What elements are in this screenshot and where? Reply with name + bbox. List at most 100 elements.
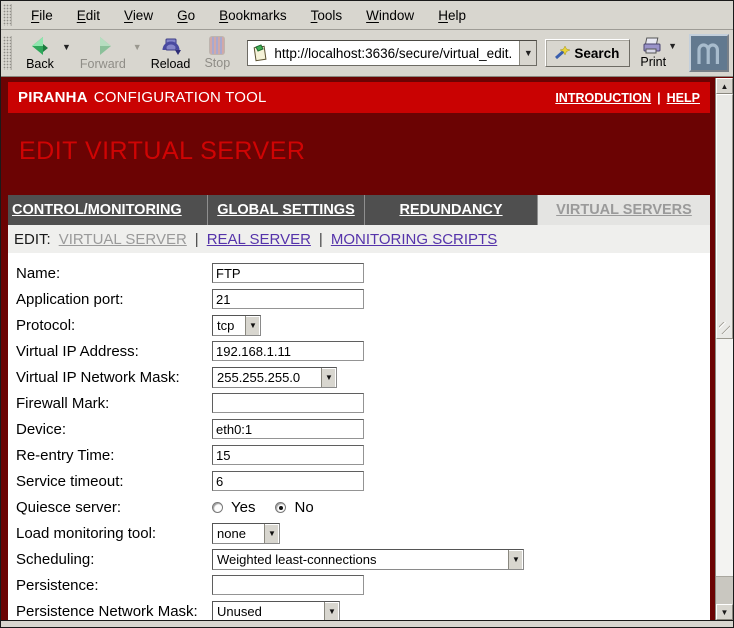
navigation-toolbar: Back ▼ Forward ▼ Reload Stop [1,30,733,77]
device-input[interactable] [212,419,364,439]
back-label: Back [26,57,54,71]
scheduling-label: Scheduling: [16,551,212,568]
menu-go[interactable]: Go [166,5,206,26]
subnav-prefix: EDIT: [14,231,51,248]
chevron-down-icon: ▼ [321,368,336,387]
scroll-up-icon[interactable]: ▲ [716,78,733,94]
service-timeout-label: Service timeout: [16,473,212,490]
tab-virtual-servers[interactable]: VIRTUAL SERVERS [538,195,710,225]
subnav-monitoring-scripts-link[interactable]: MONITORING SCRIPTS [331,231,497,248]
application-port-input[interactable] [212,289,364,309]
device-label: Device: [16,421,212,438]
scheduling-value: Weighted least-connections [213,550,508,569]
print-button[interactable]: Print [640,37,666,69]
toolbar-grippy[interactable] [3,4,12,26]
form-row-service-timeout: Service timeout: [16,468,710,494]
page-content: PIRANHA CONFIGURATION TOOL INTRODUCTION … [1,77,733,620]
forward-button[interactable]: Forward [75,32,131,74]
scheduling-select[interactable]: Weighted least-connections ▼ [212,549,524,570]
menu-edit[interactable]: Edit [66,5,111,26]
form-row-application-port: Application port: [16,286,710,312]
virtual-ip-netmask-label: Virtual IP Network Mask: [16,369,212,386]
tab-redundancy[interactable]: REDUNDANCY [365,195,538,225]
window-bottom-edge [1,620,733,627]
menu-window[interactable]: Window [355,5,425,26]
load-monitoring-select[interactable]: none ▼ [212,523,280,544]
quiesce-no-label: No [294,499,313,516]
application-port-label: Application port: [16,291,212,308]
search-label: Search [574,46,619,61]
scroll-down-icon[interactable]: ▼ [716,604,733,620]
mozilla-m-icon [695,40,723,66]
menu-help[interactable]: Help [427,5,477,26]
form-row-scheduling: Scheduling: Weighted least-connections ▼ [16,546,710,572]
scrollbar-trough[interactable] [716,339,733,576]
toolbar-grippy[interactable] [3,36,12,70]
print-dropdown-icon[interactable]: ▼ [668,41,677,51]
reentry-time-input[interactable] [212,445,364,465]
introduction-link[interactable]: INTRODUCTION [555,91,651,105]
name-input[interactable] [212,263,364,283]
chevron-down-icon: ▼ [324,602,339,621]
help-link[interactable]: HELP [667,91,700,105]
menu-file[interactable]: File [20,5,64,26]
persistence-label: Persistence: [16,577,212,594]
forward-dropdown-icon[interactable]: ▼ [133,42,142,52]
persistence-netmask-label: Persistence Network Mask: [16,603,212,620]
page-title: EDIT VIRTUAL SERVER [19,137,710,166]
reload-icon [160,36,182,56]
quiesce-yes-radio[interactable] [212,502,223,513]
persistence-input[interactable] [212,575,364,595]
firewall-mark-input[interactable] [212,393,364,413]
reload-button[interactable]: Reload [146,32,196,74]
browser-window: File Edit View Go Bookmarks Tools Window… [0,0,734,628]
page-proxy-icon[interactable] [251,44,269,62]
reload-label: Reload [151,57,191,71]
scrollbar-grip [719,322,730,334]
form-row-virtual-ip: Virtual IP Address: [16,338,710,364]
url-dropdown-icon[interactable]: ▼ [519,41,536,65]
scrollbar-thumb[interactable] [716,94,733,339]
url-bar: ▼ [247,40,537,66]
firewall-mark-label: Firewall Mark: [16,395,212,412]
quiesce-radio-group: Yes No [212,499,328,516]
virtual-ip-netmask-select[interactable]: 255.255.255.0 ▼ [212,367,337,388]
service-timeout-input[interactable] [212,471,364,491]
vertical-scrollbar[interactable]: ▲ ▼ [715,78,733,620]
quiesce-server-label: Quiesce server: [16,499,212,516]
forward-label: Forward [80,57,126,71]
chevron-down-icon: ▼ [245,316,260,335]
stop-button[interactable]: Stop [197,32,237,74]
banner-brand: PIRANHA [18,89,88,106]
stop-label: Stop [204,56,230,70]
menu-view[interactable]: View [113,5,164,26]
back-button[interactable]: Back [20,32,60,74]
mozilla-logo[interactable] [689,34,729,72]
chevron-down-icon: ▼ [508,550,523,569]
banner-subtitle: CONFIGURATION TOOL [94,89,267,106]
menu-bookmarks[interactable]: Bookmarks [208,5,298,26]
form-row-persistence-netmask: Persistence Network Mask: Unused ▼ [16,598,710,620]
back-dropdown-icon[interactable]: ▼ [62,42,71,52]
persistence-netmask-value: Unused [213,602,324,621]
menu-tools[interactable]: Tools [300,5,354,26]
piranha-banner: PIRANHA CONFIGURATION TOOL INTRODUCTION … [8,82,710,113]
virtual-ip-label: Virtual IP Address: [16,343,212,360]
forward-icon [92,36,114,56]
persistence-netmask-select[interactable]: Unused ▼ [212,601,340,621]
search-wand-icon [552,45,570,61]
url-input[interactable] [272,46,519,61]
search-button[interactable]: Search [545,39,630,67]
protocol-select[interactable]: tcp ▼ [212,315,261,336]
tab-control-monitoring[interactable]: CONTROL/MONITORING [8,195,208,225]
tab-global-settings[interactable]: GLOBAL SETTINGS [208,195,365,225]
banner-link-separator: | [657,91,661,105]
subnav-real-server-link[interactable]: REAL SERVER [207,231,311,248]
reentry-time-label: Re-entry Time: [16,447,212,464]
name-label: Name: [16,265,212,282]
chevron-down-icon: ▼ [264,524,279,543]
back-icon [29,36,51,56]
form-row-protocol: Protocol: tcp ▼ [16,312,710,338]
virtual-ip-input[interactable] [212,341,364,361]
quiesce-no-radio[interactable] [275,502,286,513]
